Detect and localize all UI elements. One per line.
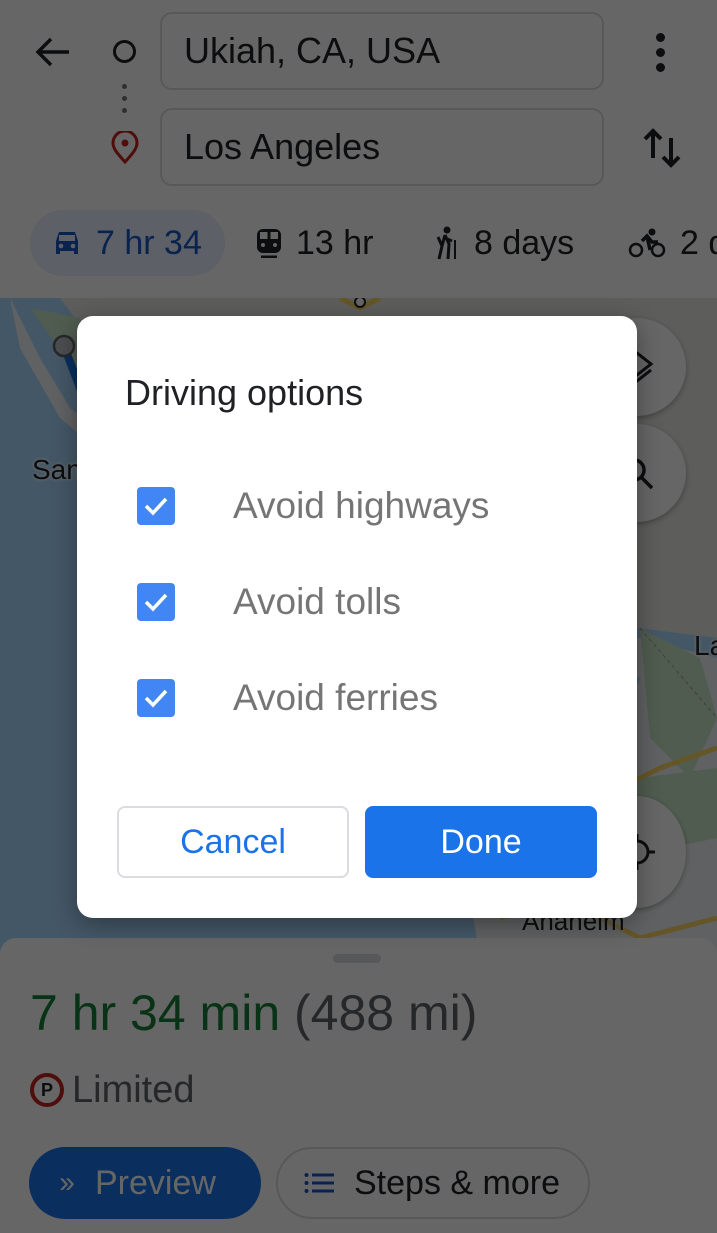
avoid-ferries-label: Avoid ferries [233,677,438,718]
option-avoid-ferries[interactable]: Avoid ferries [137,668,597,728]
avoid-highways-checkbox[interactable] [137,487,175,525]
checkmark-icon [144,689,168,708]
cancel-button[interactable]: Cancel [117,806,349,878]
checkmark-icon [144,497,168,516]
avoid-ferries-checkbox[interactable] [137,679,175,717]
avoid-tolls-label: Avoid tolls [233,581,401,622]
done-button[interactable]: Done [365,806,597,878]
avoid-highways-label: Avoid highways [233,485,490,526]
checkmark-icon [144,593,168,612]
driving-options-dialog: Driving options Avoid highways Avoid tol… [77,316,637,918]
dialog-title: Driving options [125,372,364,413]
option-avoid-tolls[interactable]: Avoid tolls [137,572,597,632]
option-avoid-highways[interactable]: Avoid highways [137,476,597,536]
avoid-tolls-checkbox[interactable] [137,583,175,621]
